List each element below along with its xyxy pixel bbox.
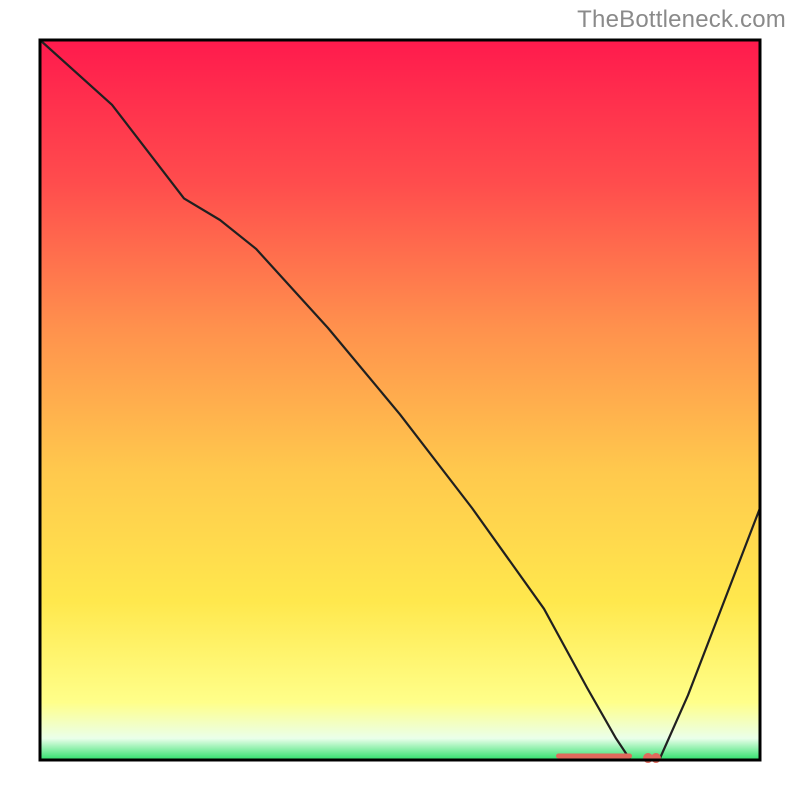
chart-container: { "watermark": "TheBottleneck.com", "plo… bbox=[0, 0, 800, 800]
valley-bar bbox=[556, 754, 632, 759]
gradient-bg bbox=[40, 40, 760, 760]
chart-svg bbox=[0, 0, 800, 800]
plot-area bbox=[40, 40, 760, 763]
watermark: TheBottleneck.com bbox=[577, 6, 786, 34]
